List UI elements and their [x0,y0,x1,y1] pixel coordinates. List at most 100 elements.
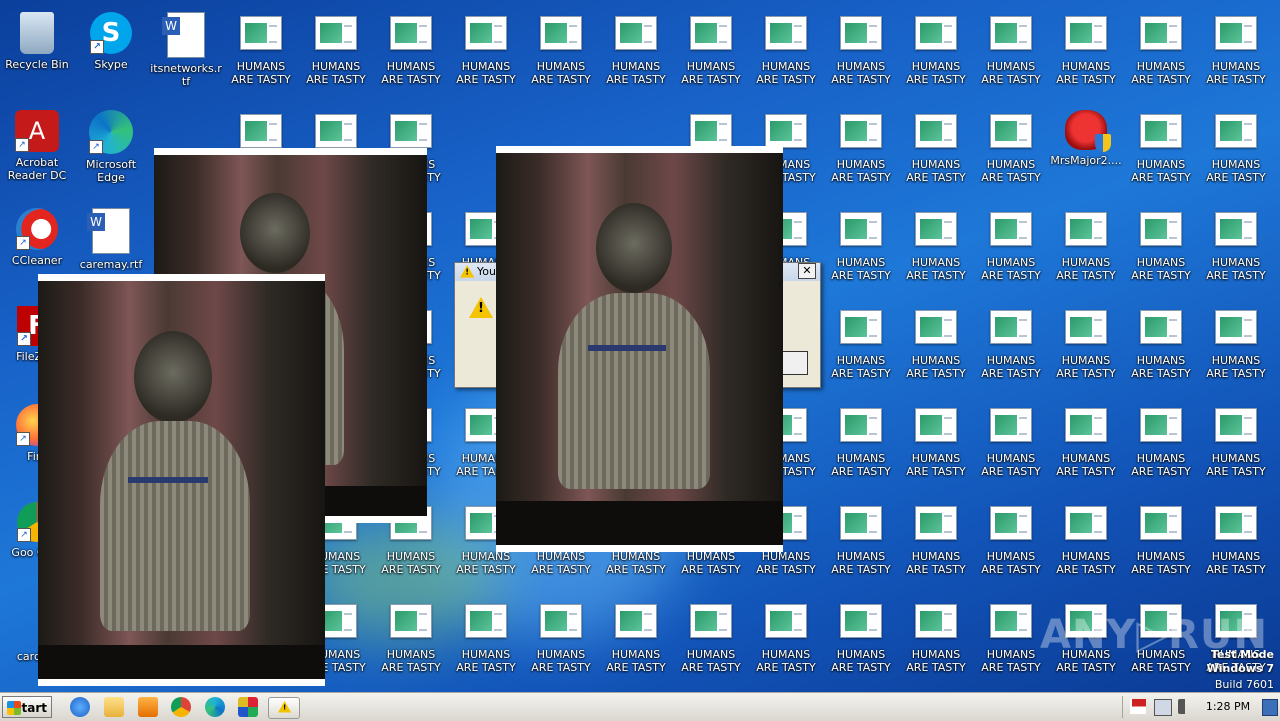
hta-file-icon[interactable]: HUMANS ARE TASTY HUM... [899,592,973,682]
hta-file-icon[interactable]: HUMANS ARE TASTY HUM... [449,592,523,682]
hta-file-icon[interactable]: HUMANS ARE TASTY HUM... [974,298,1048,388]
hta-file-icon[interactable]: HUMANS ARE TASTY HUM... [1124,102,1198,192]
recycle-bin-icon[interactable]: Recycle Bin [0,4,74,94]
hta-app-icon [1215,506,1257,540]
hta-file-icon[interactable]: HUMANS ARE TASTY HUM... [449,4,523,94]
file-explorer-icon[interactable] [104,697,124,717]
hta-file-icon[interactable]: HUMANS ARE TASTY HUM... [974,494,1048,584]
hta-file-icon[interactable]: HUMANS ARE TASTY HUM... [1199,200,1273,290]
hta-file-icon[interactable]: HUMANS ARE TASTY HUM... [824,494,898,584]
edge-taskbar-icon[interactable] [205,697,225,717]
icon-label: HUMANS ARE TASTY HUM... [681,648,741,674]
hta-file-icon[interactable]: HUMANS ARE TASTY HUM... [974,200,1048,290]
icon-label: HUMANS ARE TASTY HUM... [306,60,366,86]
ccleaner-graphic: ↗ [16,208,58,250]
hta-file-icon[interactable]: HUMANS ARE TASTY HUM... [1124,396,1198,486]
hta-file-icon[interactable]: HUMANS ARE TASTY HUM... [1199,4,1273,94]
hta-file-icon[interactable]: HUMANS ARE TASTY HUM... [899,200,973,290]
hta-file-icon[interactable]: HUMANS ARE TASTY HUM... [374,592,448,682]
hta-file-icon[interactable]: HUMANS ARE TASTY HUM... [374,4,448,94]
hta-file-icon[interactable]: HUMANS ARE TASTY HUM... [974,592,1048,682]
hta-file-icon[interactable]: HUMANS ARE TASTY HUM... [974,4,1048,94]
edge-icon[interactable]: ↗ Microsoft Edge [74,102,148,192]
icon-label: HUMANS ARE TASTY HUM... [1206,452,1266,478]
media-player-icon[interactable] [138,697,158,717]
hta-file-icon[interactable]: HUMANS ARE TASTY HUM... [1124,4,1198,94]
hta-file-icon[interactable]: HUMANS ARE TASTY HUM... [1049,396,1123,486]
hta-app-icon [1215,212,1257,246]
hta-file-icon[interactable]: HUMANS ARE TASTY HUM... [974,396,1048,486]
internet-explorer-icon[interactable] [70,697,90,717]
hta-file-icon[interactable]: HUMANS ARE TASTY HUM... [749,592,823,682]
icon-label: HUMANS ARE TASTY HUM... [831,550,891,576]
hta-file-icon[interactable]: HUMANS ARE TASTY HUM... [1199,298,1273,388]
hta-file-icon[interactable]: HUMANS ARE TASTY HUM... [599,592,673,682]
show-desktop-icon[interactable] [1262,699,1278,716]
hta-file-icon[interactable]: HUMANS ARE TASTY HUM... [899,298,973,388]
hta-file-icon[interactable]: HUMANS ARE TASTY HUM... [824,298,898,388]
doll-image-window[interactable] [496,146,783,552]
hta-file-icon[interactable]: HUMANS ARE TASTY HUM... [1049,494,1123,584]
hta-file-icon[interactable]: HUMANS ARE TASTY HUM... [899,494,973,584]
hta-file-icon[interactable]: HUMANS ARE TASTY HUM... [824,396,898,486]
hta-app-icon [915,310,957,344]
windows-version-text: Windows 7 [1206,662,1274,675]
hta-file-icon[interactable]: HUMANS ARE TASTY HUM... [1049,298,1123,388]
hta-file-icon[interactable]: HUMANS ARE TASTY HUM... [674,592,748,682]
winrar-icon[interactable] [238,697,258,717]
action-center-flag-icon[interactable] [1130,699,1146,714]
icon-label: HUMANS ARE TASTY HUM... [831,648,891,674]
hta-file-icon[interactable]: HUMANS ARE TASTY HUM... [1124,200,1198,290]
icon-label: HUMANS ARE TASTY HUM... [456,60,516,86]
hta-file-icon[interactable]: HUMANS ARE TASTY HUM... [524,592,598,682]
hta-file-icon[interactable]: HUMANS ARE TASTY HUM... [824,102,898,192]
icon-label: HUMANS ARE TASTY HUM... [981,550,1041,576]
hta-file-icon[interactable]: HUMANS ARE TASTY HUM... [899,4,973,94]
hta-file-icon[interactable]: HUMANS ARE TASTY HUM... [299,4,373,94]
warning-task-button[interactable] [268,697,300,719]
acrobat-reader-icon[interactable]: A ↗ Acrobat Reader DC [0,102,74,192]
start-button[interactable]: Start [2,696,52,718]
hta-file-icon[interactable]: HUMANS ARE TASTY HUM... [224,4,298,94]
hta-app-icon [990,114,1032,148]
hta-file-icon[interactable]: HUMANS ARE TASTY HUM... [899,102,973,192]
clock[interactable]: 1:28 PM [1198,693,1258,721]
hta-file-icon[interactable]: HUMANS ARE TASTY HUM... [674,4,748,94]
icon-label: HUMANS ARE TASTY HUM... [1206,60,1266,86]
hta-file-icon[interactable]: HUMANS ARE TASTY HUM... [1049,4,1123,94]
hta-file-icon[interactable]: HUMANS ARE TASTY HUM... [1199,102,1273,192]
volume-icon[interactable] [1178,699,1194,714]
acrobat-graphic: A ↗ [15,110,59,152]
hta-file-icon[interactable]: HUMANS ARE TASTY HUM... [974,102,1048,192]
hta-file-icon[interactable]: HUMANS ARE TASTY HUM... [824,200,898,290]
hta-app-icon [690,604,732,638]
hta-file-icon[interactable]: HUMANS ARE TASTY HUM... [824,592,898,682]
icon-label: HUMANS ARE TASTY HUM... [831,60,891,86]
icon-label: caremay.rtf [79,258,143,271]
hta-file-icon[interactable]: HUMANS ARE TASTY HUM... [1199,494,1273,584]
hta-app-icon [1215,310,1257,344]
skype-icon[interactable]: S ↗ Skype [74,4,148,94]
icon-label: HUMANS ARE TASTY HUM... [831,452,891,478]
icon-label: HUMANS ARE TASTY HUM... [531,550,591,576]
itsnetworks-icon[interactable]: W itsnetworks.rtf [149,4,223,94]
hta-file-icon[interactable]: HUMANS ARE TASTY HUM... [749,4,823,94]
icon-label: Microsoft Edge [85,158,137,184]
hta-file-icon[interactable]: HUMANS ARE TASTY HUM... [524,4,598,94]
hta-file-icon[interactable]: HUMANS ARE TASTY HUM... [1124,298,1198,388]
hta-app-icon [540,604,582,638]
close-button[interactable]: ✕ [798,263,816,279]
hta-file-icon[interactable]: HUMANS ARE TASTY HUM... [1124,494,1198,584]
hta-file-icon[interactable]: HUMANS ARE TASTY HUM... [1199,396,1273,486]
hta-file-icon[interactable]: HUMANS ARE TASTY HUM... [824,4,898,94]
mrsmajor-icon[interactable]: MrsMajor2.... [1049,102,1123,192]
hta-file-icon[interactable]: HUMANS ARE TASTY HUM... [599,4,673,94]
hta-file-icon[interactable]: HUMANS ARE TASTY HUM... [899,396,973,486]
icon-label: HUMANS ARE TASTY HUM... [1131,256,1191,282]
network-icon[interactable] [1154,699,1172,716]
hta-app-icon [1065,212,1107,246]
chrome-taskbar-icon[interactable] [171,697,191,717]
icon-label: HUMANS ARE TASTY HUM... [1131,158,1191,184]
hta-file-icon[interactable]: HUMANS ARE TASTY HUM... [1049,200,1123,290]
doll-image-window[interactable] [38,274,325,686]
